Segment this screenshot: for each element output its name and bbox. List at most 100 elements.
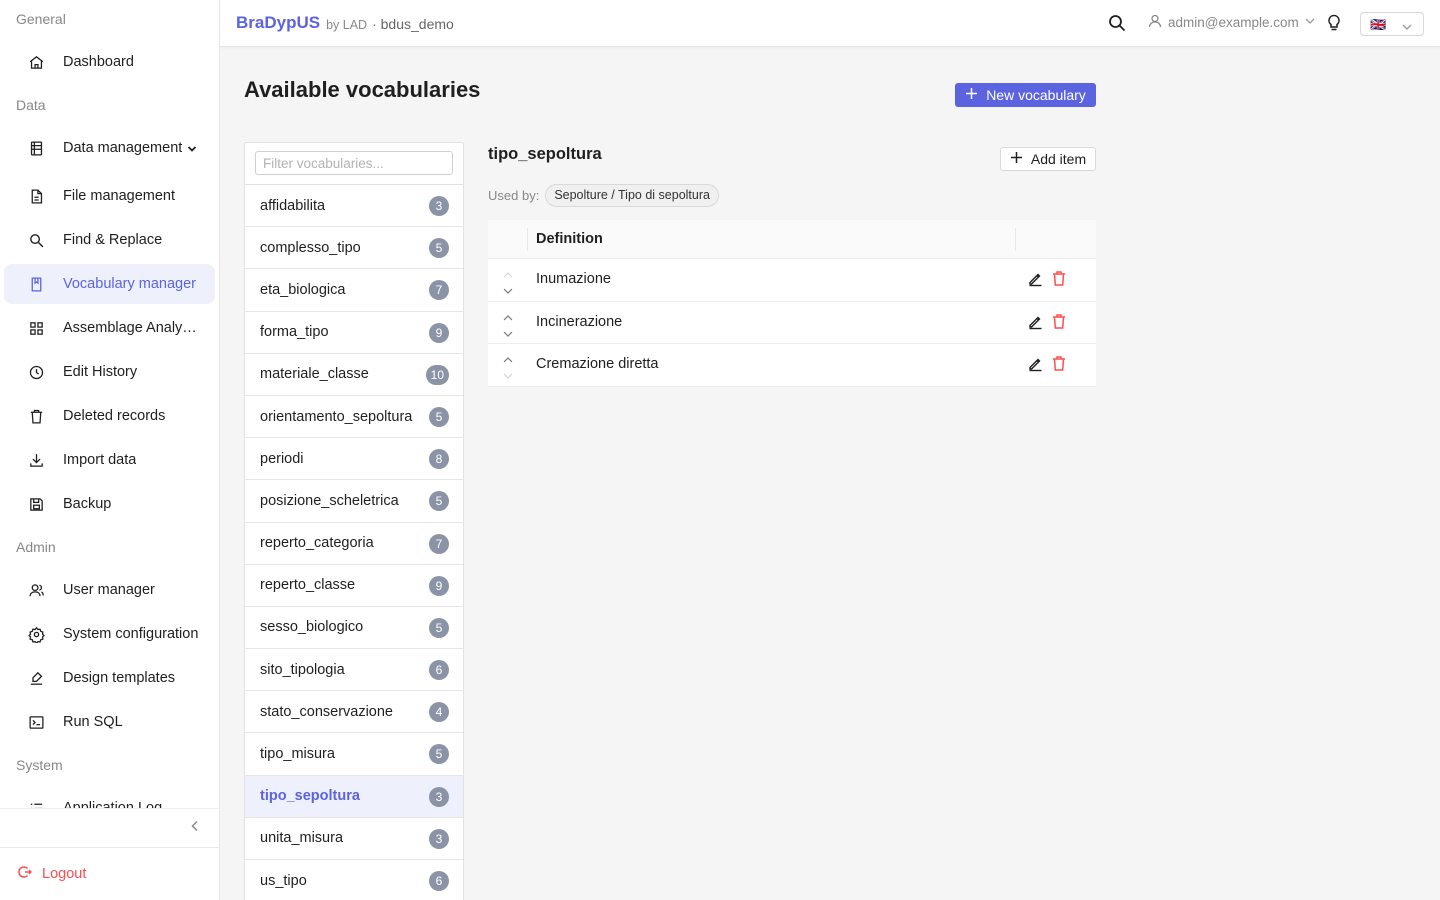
vocabulary-item[interactable]: reperto_classe 9: [245, 565, 463, 607]
user-icon: [1148, 14, 1162, 31]
logout-button[interactable]: Logout: [0, 847, 219, 900]
sidebar-item-dashboard[interactable]: Dashboard: [4, 42, 215, 82]
vocabulary-item[interactable]: posizione_scheletrica 5: [245, 480, 463, 523]
language-select[interactable]: 🇬🇧: [1360, 12, 1424, 36]
vocabulary-item[interactable]: complesso_tipo 5: [245, 227, 463, 270]
vocabulary-item[interactable]: sesso_biologico 5: [245, 607, 463, 650]
vocabulary-filter-input[interactable]: [255, 151, 453, 175]
count-badge: 6: [429, 660, 449, 681]
user-menu[interactable]: admin@example.com: [1148, 14, 1316, 31]
chevron-down-icon: [1304, 15, 1316, 30]
delete-icon[interactable]: [1051, 313, 1067, 335]
used-by-label: Used by:: [488, 188, 540, 203]
used-by-tag[interactable]: Sepolture / Tipo di sepoltura: [545, 184, 719, 207]
vocabulary-name: forma_tipo: [260, 324, 329, 341]
vocabulary-item[interactable]: tipo_sepoltura 3: [245, 775, 463, 818]
delete-icon[interactable]: [1051, 355, 1067, 377]
sidebar-item-user-manager[interactable]: User manager: [4, 570, 215, 610]
list-icon: [24, 796, 48, 808]
vocabulary-item[interactable]: forma_tipo 9: [245, 312, 463, 354]
sidebar-item-run-sql[interactable]: Run SQL: [4, 702, 215, 742]
sidebar-item-label: Dashboard: [63, 54, 134, 70]
item-definition: Inumazione: [536, 271, 611, 287]
vocabulary-item[interactable]: stato_conservazione 4: [245, 691, 463, 734]
delete-icon[interactable]: [1051, 270, 1067, 292]
sidebar-item-label: Edit History: [63, 364, 138, 380]
table-row: Incinerazione: [488, 301, 1096, 344]
vocabulary-name: sito_tipologia: [260, 661, 345, 678]
row-sorter: [502, 267, 514, 294]
sidebar-item-design-templates[interactable]: Design templates: [4, 658, 215, 698]
sidebar-item-import-data[interactable]: Import data: [4, 440, 215, 480]
vocabulary-name: unita_misura: [260, 830, 344, 847]
count-badge: 4: [429, 702, 449, 723]
filter-wrapper: [245, 143, 463, 185]
vocabulary-item[interactable]: sito_tipologia 6: [245, 649, 463, 692]
group-title-admin: Admin: [16, 539, 56, 555]
file-icon: [24, 184, 48, 208]
app-name: · bdus_demo: [372, 15, 454, 32]
save-icon: [24, 492, 48, 516]
vocabulary-item[interactable]: periodi 8: [245, 438, 463, 481]
vocabulary-item[interactable]: eta_biologica 7: [245, 269, 463, 312]
book-icon: [24, 272, 48, 296]
user-name: admin@example.com: [1168, 15, 1299, 30]
table-row: Inumazione: [488, 259, 1096, 302]
home-icon: [24, 50, 48, 74]
sidebar-item-vocabulary-manager[interactable]: Vocabulary manager: [4, 264, 215, 304]
sidebar-item-assemblage-analysis[interactable]: Assemblage Analysis: [4, 308, 215, 348]
sidebar-menu[interactable]: General Dashboard Data Data management F…: [0, 0, 219, 808]
top-header: BraDypUS by LAD · bdus_demo admin@exampl…: [220, 0, 1440, 47]
vocabulary-item[interactable]: affidabilita 3: [245, 185, 463, 228]
search-icon[interactable]: [1108, 14, 1126, 37]
move-down-icon[interactable]: [502, 368, 514, 379]
vocabulary-name: reperto_classe: [260, 577, 356, 594]
move-down-icon[interactable]: [502, 326, 514, 337]
gear-icon: [24, 622, 48, 646]
sidebar-item-label: Data management: [63, 140, 183, 156]
vocabulary-name: stato_conservazione: [260, 703, 393, 720]
vocabulary-item[interactable]: tipo_misura 5: [245, 733, 463, 776]
sidebar-item-file-management[interactable]: File management: [4, 176, 215, 216]
group-title-data: Data: [16, 97, 46, 113]
brand-logo[interactable]: BraDypUS: [236, 13, 320, 33]
sidebar-collapse-button[interactable]: [0, 808, 219, 846]
sidebar-item-application-log[interactable]: Application Log: [4, 788, 215, 808]
vocabulary-list: affidabilita 3 complesso_tipo 5 eta_biologic…: [244, 142, 464, 900]
vocabulary-item[interactable]: orientamento_sepoltura 5: [245, 396, 463, 439]
vocabulary-title: tipo_sepoltura: [488, 145, 602, 163]
count-badge: 5: [429, 406, 449, 427]
sidebar-item-system-configuration[interactable]: System configuration: [4, 614, 215, 654]
move-up-icon[interactable]: [502, 267, 514, 278]
sidebar-item-backup[interactable]: Backup: [4, 484, 215, 524]
chevron-down-icon: [1401, 20, 1413, 38]
count-badge: 3: [429, 828, 449, 849]
edit-icon[interactable]: [1027, 270, 1044, 292]
terminal-icon: [24, 710, 48, 734]
sidebar-item-label: Backup: [63, 496, 112, 512]
new-vocabulary-button[interactable]: New vocabulary: [955, 83, 1096, 107]
edit-icon[interactable]: [1027, 355, 1044, 377]
vocabulary-item[interactable]: us_tipo 6: [245, 860, 463, 900]
move-up-icon[interactable]: [502, 352, 514, 363]
vocabulary-item[interactable]: unita_misura 3: [245, 818, 463, 860]
vocabulary-item[interactable]: materiale_classe 10: [245, 354, 463, 396]
logout-label: Logout: [42, 866, 87, 882]
trash-icon: [24, 404, 48, 428]
sidebar-item-deleted-records[interactable]: Deleted records: [4, 396, 215, 436]
sidebar-item-find-replace[interactable]: Find & Replace: [4, 220, 215, 260]
group-title-general: General: [16, 11, 66, 27]
edit-icon[interactable]: [1027, 313, 1044, 335]
count-badge: 3: [429, 786, 449, 807]
count-badge: 7: [429, 533, 449, 554]
sidebar-item-edit-history[interactable]: Edit History: [4, 352, 215, 392]
add-item-button[interactable]: Add item: [1000, 147, 1096, 171]
row-sorter: [502, 352, 514, 379]
move-down-icon[interactable]: [502, 283, 514, 294]
lightbulb-icon[interactable]: [1325, 14, 1343, 37]
sidebar-item-data-management[interactable]: Data management: [4, 128, 215, 168]
move-up-icon[interactable]: [502, 310, 514, 320]
vocabulary-item[interactable]: reperto_categoria 7: [245, 523, 463, 565]
sidebar: General Dashboard Data Data management F…: [0, 0, 220, 900]
sidebar-item-label: Vocabulary manager: [63, 276, 196, 292]
